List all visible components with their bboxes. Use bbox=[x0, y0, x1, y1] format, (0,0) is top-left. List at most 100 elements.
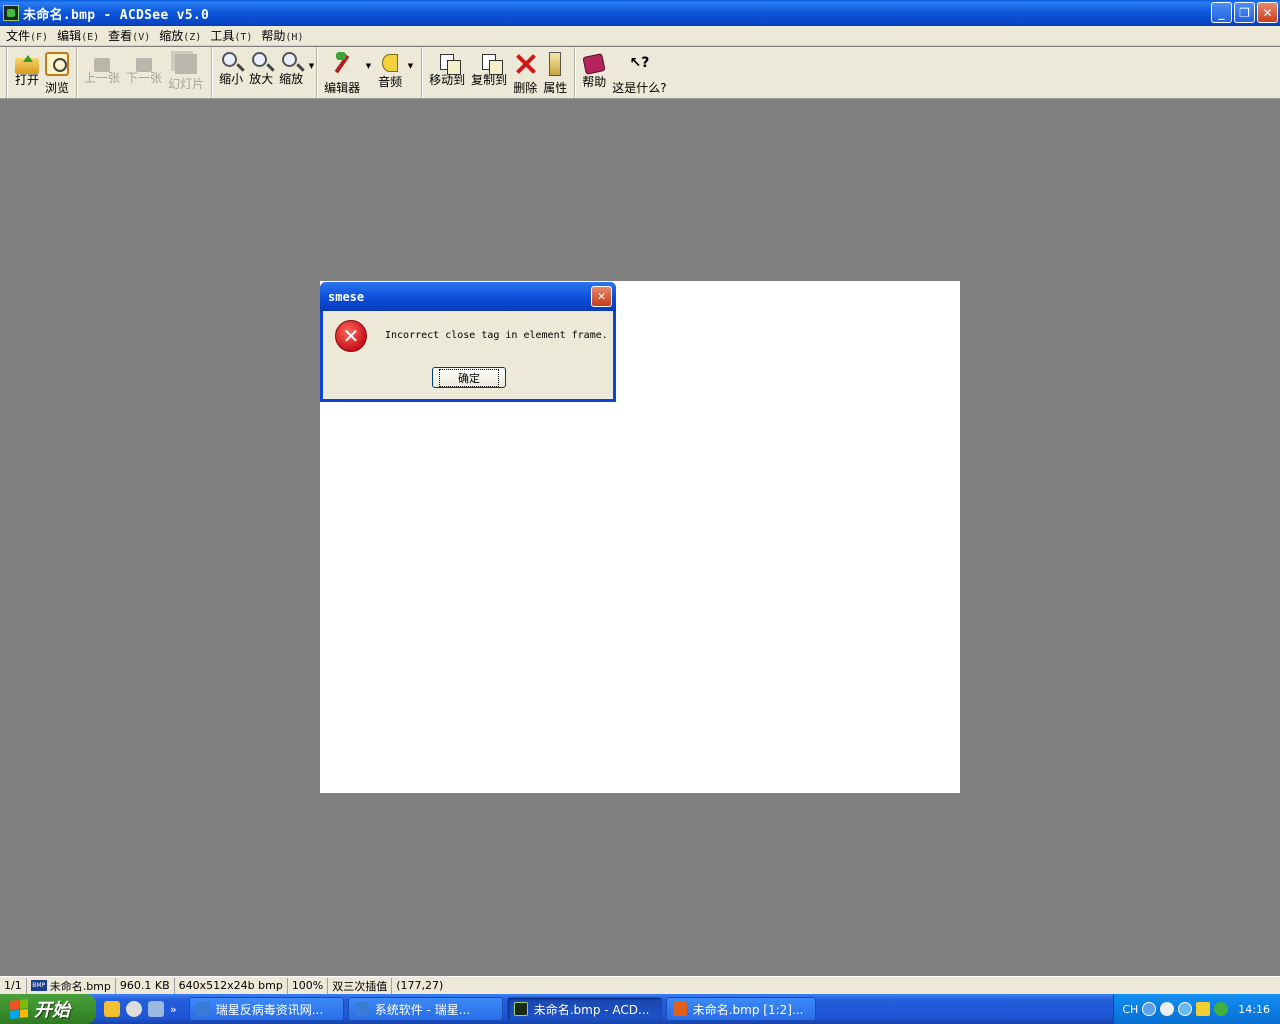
properties-icon bbox=[549, 52, 562, 76]
slideshow-label: 幻灯片 bbox=[168, 77, 205, 91]
zoom-dropdown-icon[interactable]: ▼ bbox=[309, 62, 314, 70]
taskbar-item-acdsee[interactable]: 未命名.bmp - ACD... bbox=[506, 997, 662, 1021]
slideshow-button[interactable]: 幻灯片 bbox=[165, 50, 207, 92]
menu-help[interactable]: 帮助(H) bbox=[259, 27, 310, 44]
delete-label: 删除 bbox=[513, 81, 538, 95]
dialog-close-button[interactable]: ✕ bbox=[591, 286, 612, 307]
ok-button[interactable]: 确定 bbox=[432, 367, 506, 388]
zoom-out-icon bbox=[221, 52, 237, 67]
properties-button[interactable]: 属性 bbox=[540, 50, 570, 96]
help-book-icon bbox=[582, 53, 606, 75]
audio-dropdown-icon[interactable]: ▼ bbox=[408, 62, 413, 70]
dialog-message: Incorrect close tag in element frame. bbox=[385, 330, 608, 341]
minimize-button[interactable]: _ bbox=[1211, 2, 1232, 23]
zoom-in-label: 放大 bbox=[249, 72, 274, 86]
grid-app-icon[interactable] bbox=[148, 1001, 164, 1017]
whats-this-label: 这是什么? bbox=[612, 81, 667, 95]
menu-file-label: 文件 bbox=[6, 29, 31, 43]
menu-view-accel: (V) bbox=[132, 32, 151, 43]
ie-icon bbox=[195, 1002, 210, 1016]
zoom-out-button[interactable]: 缩小 bbox=[216, 50, 246, 87]
tray-network-icon[interactable] bbox=[1160, 1002, 1175, 1016]
status-interpolation: 双三次插值 bbox=[328, 977, 393, 994]
window-controls: _ ❐ ✕ bbox=[1211, 2, 1278, 23]
menu-zoom[interactable]: 缩放(Z) bbox=[157, 27, 208, 44]
taskbar-item-image-editor[interactable]: 未命名.bmp [1:2]... bbox=[665, 997, 816, 1021]
next-image-icon bbox=[136, 58, 153, 72]
next-image-button[interactable]: 下一张 bbox=[123, 50, 165, 86]
menu-zoom-accel: (Z) bbox=[183, 32, 202, 43]
menu-tools[interactable]: 工具(T) bbox=[208, 27, 259, 44]
menu-file[interactable]: 文件(F) bbox=[4, 27, 55, 44]
acdsee-app-icon[interactable] bbox=[3, 5, 19, 21]
zoom-label: 缩放 bbox=[279, 72, 304, 86]
ok-label: 确定 bbox=[439, 368, 499, 387]
whats-this-button[interactable]: ↖? 这是什么? bbox=[609, 50, 669, 96]
acdsee-icon bbox=[513, 1002, 528, 1016]
taskbar-item-system-software[interactable]: 系统软件 - 瑞星... bbox=[347, 997, 503, 1021]
previous-image-button[interactable]: 上一张 bbox=[81, 50, 123, 86]
move-to-button[interactable]: 移动到 bbox=[426, 50, 468, 88]
audio-button[interactable]: 音频 ▼ bbox=[375, 50, 413, 90]
toolbar-group-help: 帮助 ↖? 这是什么? bbox=[575, 47, 673, 98]
start-button[interactable]: 开始 bbox=[0, 994, 96, 1024]
status-cursor-position: (177,27) bbox=[396, 979, 444, 992]
help-button[interactable]: 帮助 bbox=[579, 50, 609, 90]
dialog-body: ✕ Incorrect close tag in element frame. … bbox=[323, 311, 613, 399]
open-folder-icon bbox=[15, 55, 39, 74]
editor-label: 编辑器 bbox=[324, 81, 361, 95]
zoom-out-label: 缩小 bbox=[219, 72, 244, 86]
menu-edit-label: 编辑 bbox=[57, 29, 82, 43]
menu-help-accel: (H) bbox=[285, 32, 304, 43]
properties-label: 属性 bbox=[543, 81, 568, 95]
delete-button[interactable]: 删除 bbox=[510, 50, 540, 96]
window-title: 未命名.bmp - ACDSee v5.0 bbox=[23, 7, 210, 23]
editor-dropdown-icon[interactable]: ▼ bbox=[366, 62, 371, 70]
browse-button[interactable]: 浏览 bbox=[42, 50, 72, 96]
browse-icon bbox=[45, 52, 70, 76]
tray-security-icon[interactable] bbox=[1196, 1002, 1211, 1016]
status-dimensions: 640x512x24b bmp bbox=[175, 977, 288, 994]
clock[interactable]: 14:16 bbox=[1238, 1003, 1270, 1016]
menu-edit-accel: (E) bbox=[81, 32, 100, 43]
tray-arrow-icon[interactable] bbox=[1142, 1002, 1157, 1016]
toolbar-group-zoom: 缩小 放大 缩放 ▼ bbox=[212, 47, 318, 98]
zoom-button[interactable]: 缩放 ▼ bbox=[276, 50, 314, 87]
language-indicator[interactable]: CH bbox=[1122, 1003, 1138, 1016]
start-label: 开始 bbox=[34, 1000, 70, 1021]
toolbar-group-tools: 编辑器 ▼ 音频 ▼ bbox=[317, 47, 423, 98]
zoom-in-button[interactable]: 放大 bbox=[246, 50, 276, 87]
tray-clock-app-icon[interactable] bbox=[1178, 1002, 1193, 1016]
menu-tools-label: 工具 bbox=[210, 29, 235, 43]
editor-button[interactable]: 编辑器 ▼ bbox=[321, 50, 371, 96]
close-window-button[interactable]: ✕ bbox=[1257, 2, 1278, 23]
ie-icon bbox=[354, 1002, 369, 1016]
status-file: BMP 未命名.bmp bbox=[27, 977, 116, 994]
previous-image-icon bbox=[94, 58, 111, 72]
quick-launch-more-icon[interactable]: » bbox=[170, 1003, 177, 1016]
menu-tools-accel: (T) bbox=[234, 32, 253, 43]
bmp-file-icon: BMP bbox=[30, 980, 47, 991]
audio-label: 音频 bbox=[378, 75, 403, 89]
status-zoom: 100% bbox=[288, 977, 329, 994]
menu-edit[interactable]: 编辑(E) bbox=[55, 27, 106, 44]
title-bar[interactable]: 未命名.bmp - ACDSee v5.0 _ ❐ ✕ bbox=[0, 0, 1280, 26]
menu-bar: 文件(F) 编辑(E) 查看(V) 缩放(Z) 工具(T) 帮助(H) bbox=[0, 26, 1280, 46]
restore-button[interactable]: ❐ bbox=[1234, 2, 1255, 23]
system-tray: CH 14:16 bbox=[1113, 994, 1280, 1024]
taskbar-item-rising-news[interactable]: 瑞星反病毒资讯网... bbox=[188, 997, 344, 1021]
tray-umbrella-icon[interactable] bbox=[1214, 1002, 1229, 1016]
qq-icon[interactable] bbox=[104, 1001, 120, 1017]
copy-to-button[interactable]: 复制到 bbox=[468, 50, 510, 88]
zoom-icon bbox=[281, 52, 297, 67]
menu-view-label: 查看 bbox=[108, 29, 133, 43]
dialog-title-bar[interactable]: smese ✕ bbox=[320, 282, 616, 311]
editor-icon bbox=[331, 52, 353, 76]
messenger-icon[interactable] bbox=[126, 1001, 142, 1017]
whats-this-icon: ↖? bbox=[629, 55, 650, 71]
open-button[interactable]: 打开 bbox=[12, 50, 42, 88]
help-label: 帮助 bbox=[582, 75, 607, 89]
menu-view[interactable]: 查看(V) bbox=[106, 27, 157, 44]
browse-label: 浏览 bbox=[45, 81, 70, 95]
delete-x-icon bbox=[514, 52, 536, 76]
